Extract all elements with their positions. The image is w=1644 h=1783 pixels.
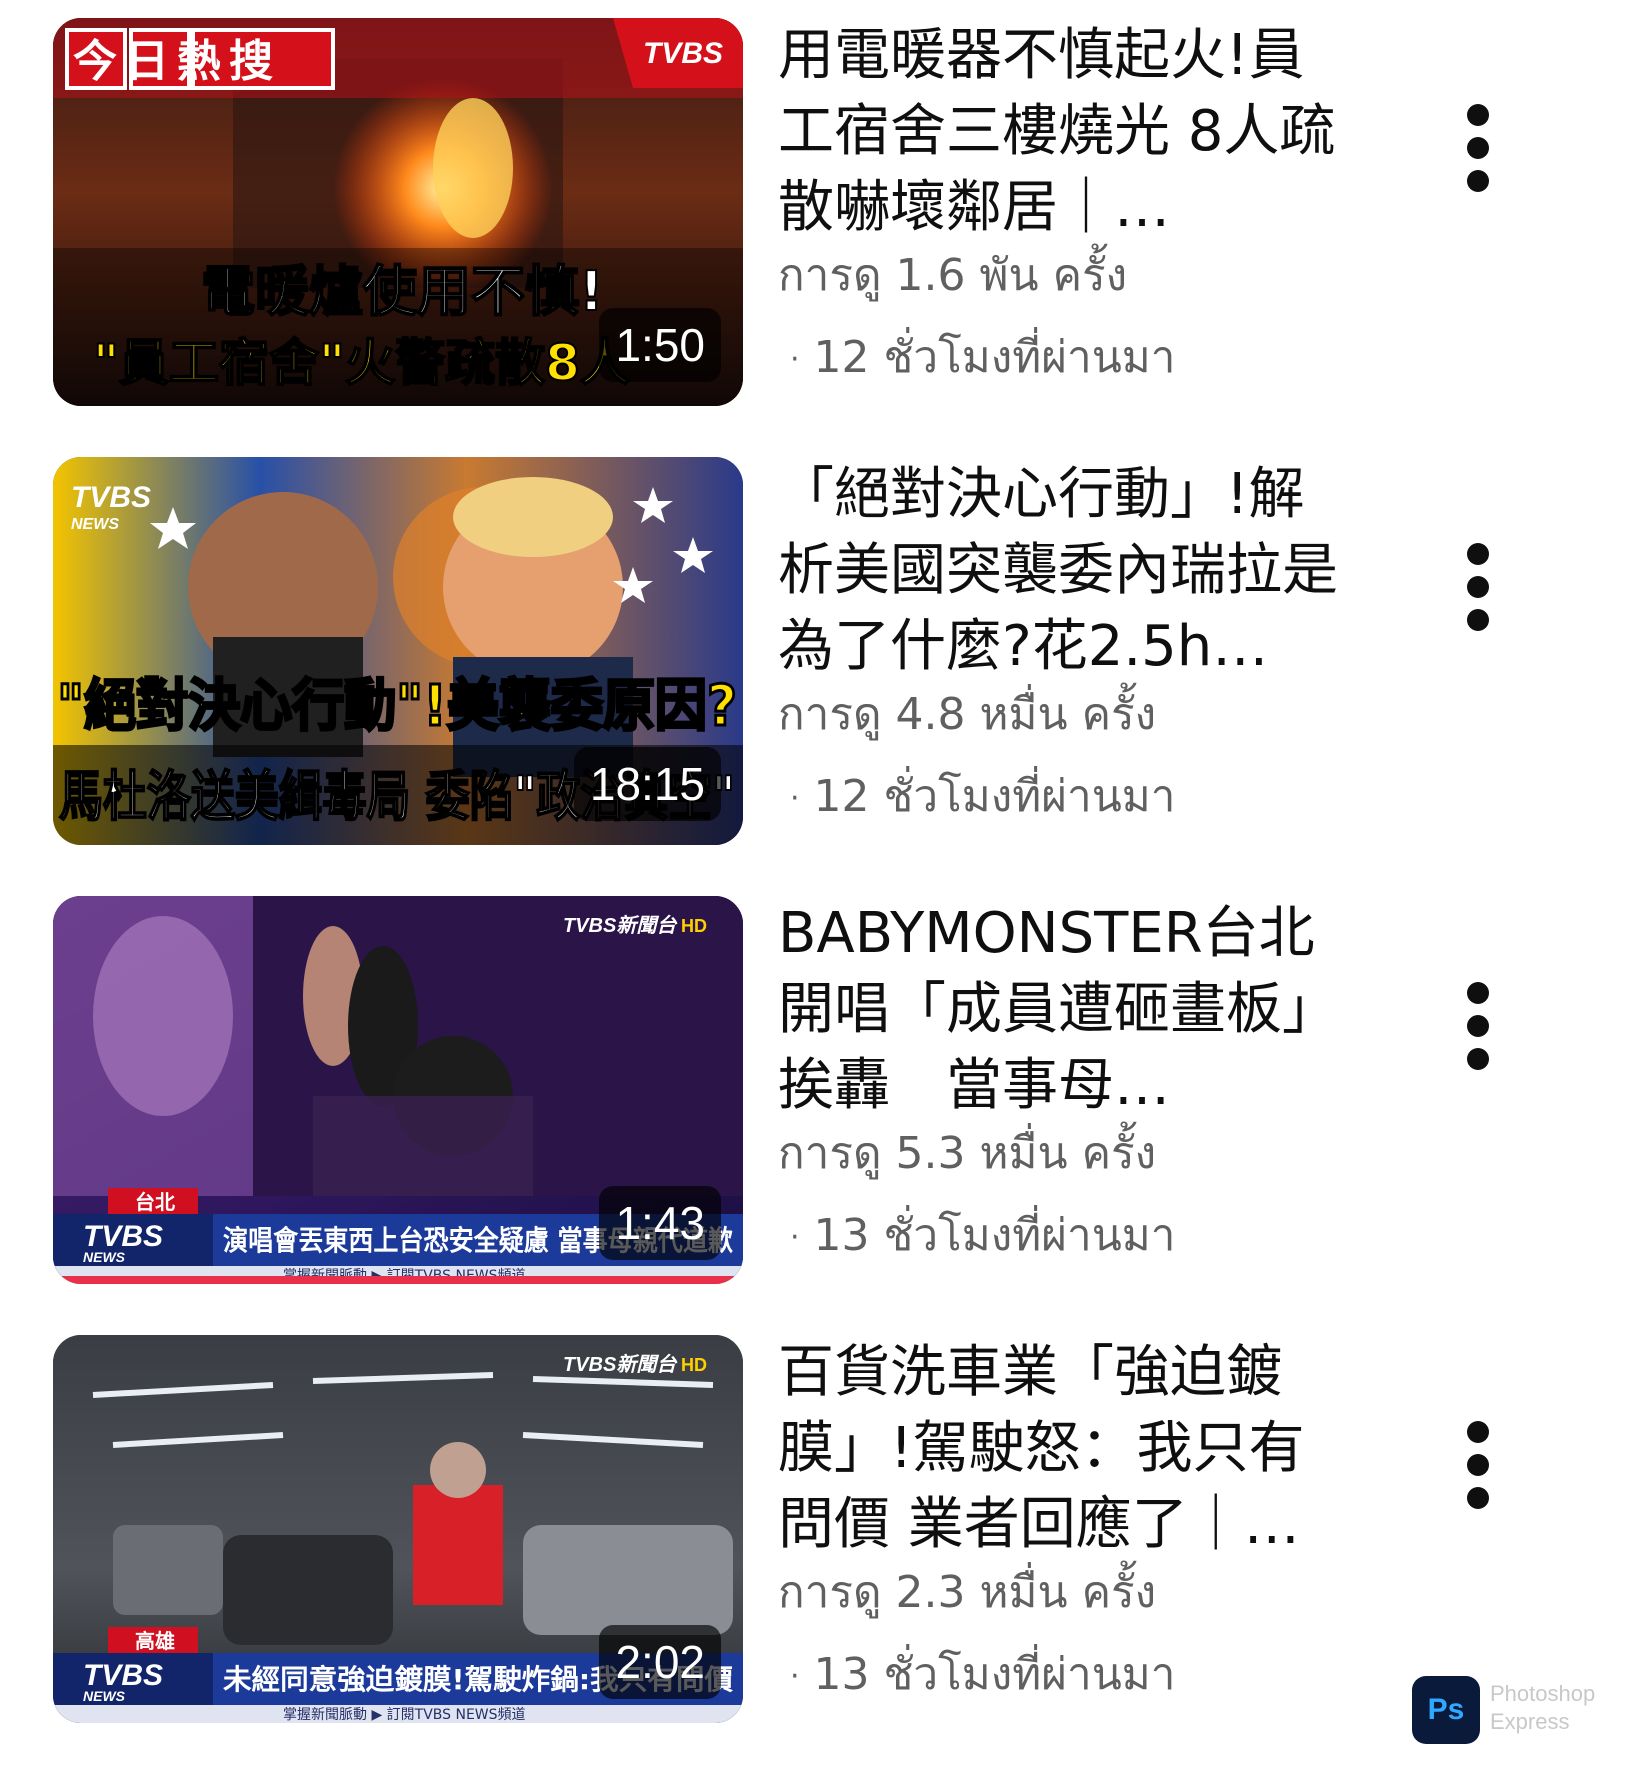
video-thumbnail[interactable]: TVBS NEWS "絕對決心行動"!美襲委原因? 馬杜洛送美緝毒局 委陷"政治…	[53, 457, 743, 845]
video-item[interactable]: 今日熱搜 TVBS 電暖爐使用不慎! "員工宿舍"火警疏散8人 1:50 用電暖…	[0, 18, 1644, 458]
thumb-location: 高雄	[135, 1629, 175, 1653]
video-duration: 2:02	[599, 1625, 721, 1699]
video-age-row: · 13 ชั่วโมงที่ผ่านมา	[778, 1645, 1338, 1707]
ticker-logo-sub: NEWS	[83, 1249, 126, 1265]
more-options-icon[interactable]	[1442, 1415, 1514, 1515]
video-title[interactable]: 用電暖器不慎起火!員工宿舍三樓燒光 8人疏散嚇壞鄰居｜…	[778, 18, 1338, 246]
video-age: 12 ชั่วโมงที่ผ่านมา	[813, 332, 1176, 383]
video-duration: 1:43	[599, 1186, 721, 1260]
video-views: การดู 1.6 พัน ครั้ง	[778, 250, 1128, 301]
video-item[interactable]: TVBS新聞台 HD 台北 TVBS NEWS 演唱會丟東西上台恐安全疑慮 當事…	[0, 896, 1644, 1336]
video-views: การดู 4.8 หมื่น ครั้ง	[778, 689, 1157, 740]
watermark-text: Photoshop Express	[1490, 1681, 1596, 1734]
photoshop-icon: Ps	[1412, 1676, 1480, 1744]
video-age-row: · 12 ชั่วโมงที่ผ่านมา	[778, 328, 1338, 390]
thumb-badge: 今日熱搜	[73, 36, 281, 87]
video-duration: 18:15	[573, 747, 721, 821]
video-meta[interactable]: 百貨洗車業「強迫鍍膜」!駕駛怒：我只有問價 業者回應了｜… การดู 2.3 …	[778, 1335, 1338, 1707]
thumb-hd: HD	[681, 916, 707, 936]
more-options-icon[interactable]	[1442, 98, 1514, 198]
video-title[interactable]: 「絕對決心行動」!解析美國突襲委內瑞拉是為了什麼?花2.5h…	[778, 457, 1338, 685]
video-item[interactable]: TVBS NEWS "絕對決心行動"!美襲委原因? 馬杜洛送美緝毒局 委陷"政治…	[0, 457, 1644, 897]
more-options-icon[interactable]	[1442, 537, 1514, 637]
video-age-row: · 12 ชั่วโมงที่ผ่านมา	[778, 767, 1338, 829]
video-meta[interactable]: 「絕對決心行動」!解析美國突襲委內瑞拉是為了什麼?花2.5h… การดู 4.…	[778, 457, 1338, 829]
video-thumbnail[interactable]: 今日熱搜 TVBS 電暖爐使用不慎! "員工宿舍"火警疏散8人 1:50	[53, 18, 743, 406]
video-age-row: · 13 ชั่วโมงที่ผ่านมา	[778, 1206, 1338, 1268]
thumb-location: 台北	[135, 1190, 175, 1214]
separator-dot: ·	[790, 1220, 800, 1255]
video-views: การดู 2.3 หมื่น ครั้ง	[778, 1567, 1157, 1618]
video-thumbnail[interactable]: TVBS新聞台 HD 台北 TVBS NEWS 演唱會丟東西上台恐安全疑慮 當事…	[53, 896, 743, 1284]
video-age: 12 ชั่วโมงที่ผ่านมา	[813, 771, 1176, 822]
separator-dot: ·	[790, 1659, 800, 1694]
video-duration: 1:50	[599, 308, 721, 382]
separator-dot: ·	[790, 342, 800, 377]
video-meta[interactable]: BABYMONSTER台北開唱「成員遭砸畫板」挨轟 當事母… การดู 5.3…	[778, 896, 1338, 1268]
ticker-logo-sub: NEWS	[83, 1688, 126, 1704]
video-title[interactable]: BABYMONSTER台北開唱「成員遭砸畫板」挨轟 當事母…	[778, 896, 1338, 1124]
thumb-logo-sub: NEWS	[71, 516, 119, 533]
video-meta[interactable]: 用電暖器不慎起火!員工宿舍三樓燒光 8人疏散嚇壞鄰居｜… การดู 1.6 พ…	[778, 18, 1338, 390]
video-views: การดู 5.3 หมื่น ครั้ง	[778, 1128, 1157, 1179]
more-options-icon[interactable]	[1442, 976, 1514, 1076]
sub-ticker-text: 掌握新聞脈動 ▶ 訂閱TVBS NEWS頻道	[283, 1707, 526, 1723]
thumb-line2: "員工宿舍"火警疏散8人	[93, 334, 630, 392]
thumb-line1: "絕對決心行動"!美襲委原因?	[57, 674, 737, 739]
photoshop-express-watermark: Ps Photoshop Express	[1412, 1676, 1612, 1748]
thumb-logo: TVBS新聞台	[563, 914, 678, 937]
video-list: 今日熱搜 TVBS 電暖爐使用不慎! "員工宿舍"火警疏散8人 1:50 用電暖…	[0, 0, 1644, 1783]
video-item[interactable]: TVBS新聞台 HD 高雄 TVBS NEWS 未經同意強迫鍍膜!駕駛炸鍋:我只…	[0, 1335, 1644, 1775]
thumb-logo: TVBS新聞台	[563, 1353, 678, 1376]
thumb-logo: TVBS	[71, 481, 151, 514]
separator-dot: ·	[790, 781, 800, 816]
thumb-line1: 電暖爐使用不慎!	[201, 260, 604, 323]
video-title[interactable]: 百貨洗車業「強迫鍍膜」!駕駛怒：我只有問價 業者回應了｜…	[778, 1335, 1338, 1563]
thumb-hd: HD	[681, 1355, 707, 1375]
video-age: 13 ชั่วโมงที่ผ่านมา	[813, 1210, 1176, 1261]
thumb-logo: TVBS	[643, 37, 723, 70]
video-thumbnail[interactable]: TVBS新聞台 HD 高雄 TVBS NEWS 未經同意強迫鍍膜!駕駛炸鍋:我只…	[53, 1335, 743, 1723]
video-age: 13 ชั่วโมงที่ผ่านมา	[813, 1649, 1176, 1700]
